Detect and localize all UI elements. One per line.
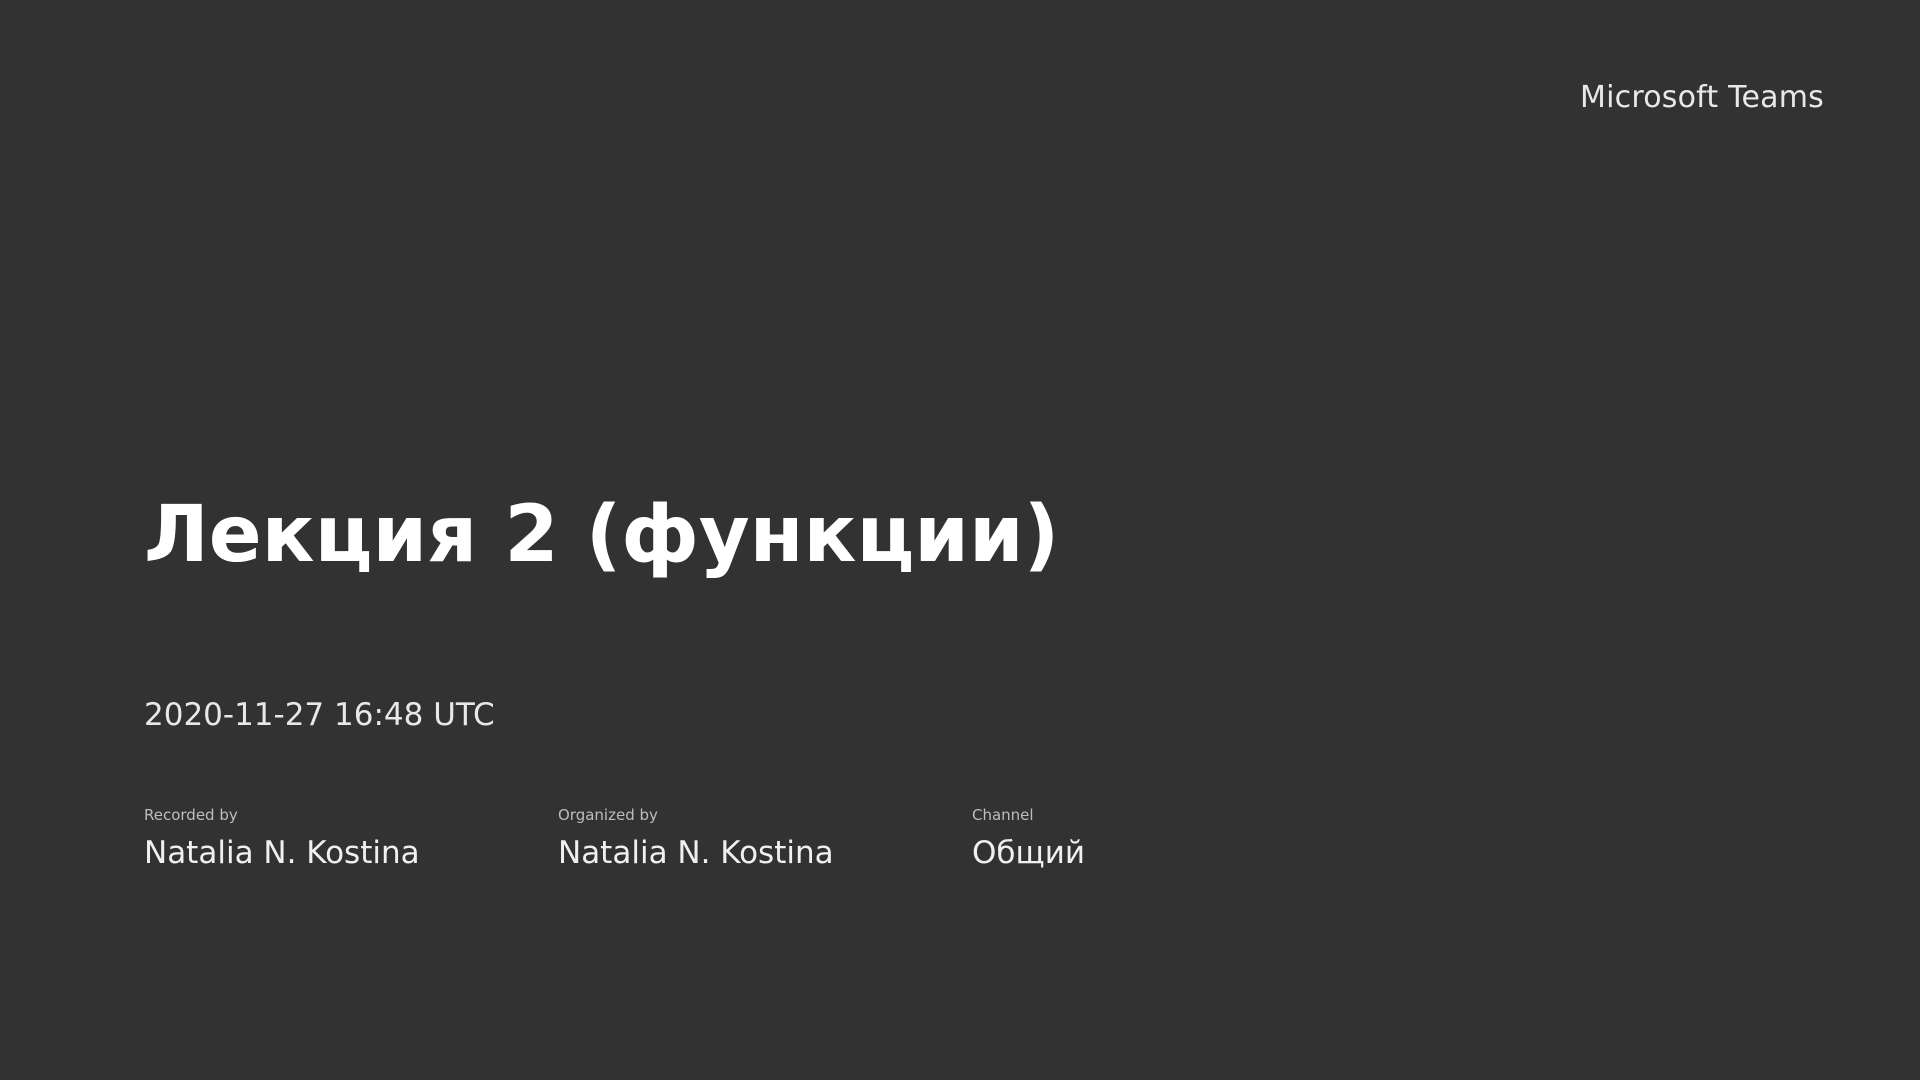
recording-title: Лекция 2 (функции) (144, 490, 1060, 580)
recorded-by-label: Recorded by (144, 806, 238, 824)
recorded-by-value: Natalia N. Kostina (144, 835, 420, 871)
channel: Channel Общий (972, 805, 1386, 873)
brand-name: Microsoft Teams (1580, 80, 1824, 115)
recording-details: Recorded by Natalia N. Kostina Organized… (144, 805, 1644, 873)
recording-datetime: 2020-11-27 16:48 UTC (144, 697, 495, 733)
organized-by-value: Natalia N. Kostina (558, 835, 834, 871)
channel-value: Общий (972, 835, 1086, 871)
recording-info: Лекция 2 (функции) 2020-11-27 16:48 UTC … (144, 485, 1644, 873)
channel-label: Channel (972, 806, 1034, 824)
organized-by: Organized by Natalia N. Kostina (558, 805, 972, 873)
organized-by-label: Organized by (558, 806, 658, 824)
recorded-by: Recorded by Natalia N. Kostina (144, 805, 558, 873)
